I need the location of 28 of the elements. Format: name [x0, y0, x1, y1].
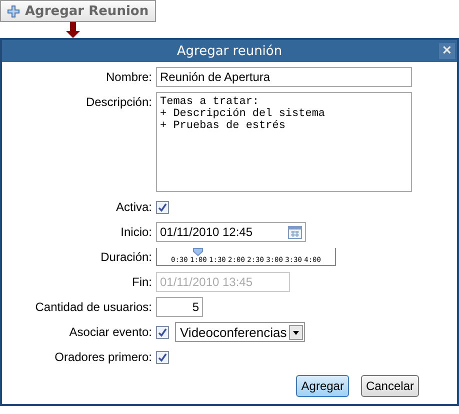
number-field[interactable]: 5	[156, 297, 203, 317]
checkbox[interactable]	[156, 326, 169, 338]
field-label: Oradores primero:	[54, 349, 152, 366]
down-arrow-icon	[66, 22, 80, 38]
field-label: Inicio:	[120, 224, 152, 241]
checkbox[interactable]	[156, 350, 169, 364]
add-meeting-button[interactable]: Agregar Reunion	[0, 0, 156, 22]
field-label: Asociar evento:	[68, 324, 152, 341]
dialog-title: Agregar reunión	[176, 44, 282, 58]
date-field[interactable]: 01/11/2010 12:45	[156, 222, 306, 242]
description-field[interactable]: Temas a tratar: + Descripción del sistema + Pruebas de estrés	[156, 92, 412, 192]
checkbox[interactable]	[156, 200, 169, 214]
dropdown-value: Videoconferencias	[180, 324, 287, 340]
calendar-icon[interactable]	[288, 226, 302, 238]
date-value: 01/11/2010 12:45	[160, 225, 253, 239]
add-button[interactable]: Agregar	[296, 375, 349, 397]
field-label: Activa:	[114, 199, 152, 216]
text-field[interactable]: Reunión de Apertura	[156, 67, 412, 87]
slider-thumb[interactable]	[192, 248, 203, 256]
plus-icon	[7, 4, 20, 18]
close-button[interactable]: ×	[439, 43, 455, 59]
field-label: Nombre:	[104, 69, 152, 86]
field-label: Cantidad de usuarios:	[34, 299, 152, 316]
field-label: Duración:	[100, 249, 152, 266]
cancel-button[interactable]: Cancelar	[360, 375, 419, 397]
field-label: Fin:	[130, 274, 152, 291]
field-label: Descripción:	[84, 94, 152, 111]
event-dropdown[interactable]: Videoconferencias	[175, 322, 305, 342]
